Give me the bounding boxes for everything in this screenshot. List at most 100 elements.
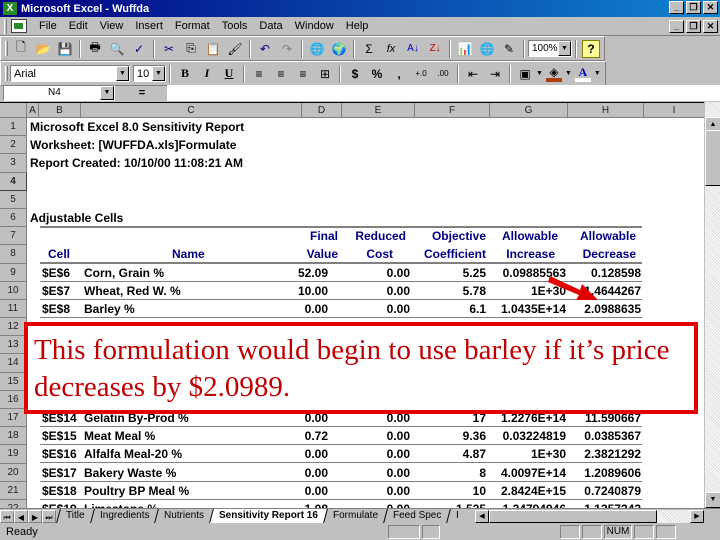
first-sheet-icon[interactable]: ⏮ — [0, 509, 14, 523]
percent-icon[interactable]: % — [366, 64, 388, 84]
open-icon[interactable]: 📂 — [32, 39, 54, 59]
scroll-down-button[interactable]: ▼ — [705, 492, 720, 508]
format-painter-icon[interactable]: 🖌 — [224, 39, 246, 59]
row-header[interactable]: 13 — [0, 336, 27, 355]
cell-objective-coefficient[interactable]: 9.36 — [406, 427, 486, 445]
cell-reduced-cost[interactable]: 0.00 — [340, 300, 410, 318]
name-box[interactable]: N4 ▼ — [3, 85, 115, 101]
row-header[interactable]: 6 — [0, 208, 27, 228]
cell-allowable-decrease[interactable]: 2.3821292 — [566, 445, 641, 463]
bold-icon[interactable]: B — [174, 64, 196, 84]
underline-icon[interactable]: U — [218, 64, 240, 84]
row-header[interactable]: 15 — [0, 372, 27, 391]
cell-final-value[interactable]: 52.09 — [280, 264, 328, 282]
cell-address[interactable]: $E$15 — [42, 427, 77, 445]
name-box-dropdown-icon[interactable]: ▼ — [100, 86, 114, 100]
cell-reduced-cost[interactable]: 0.00 — [340, 427, 410, 445]
font-size-select[interactable]: 10 ▼ — [133, 65, 166, 82]
cell-allowable-decrease[interactable]: 0.7240879 — [566, 482, 641, 500]
column-header-c[interactable]: C — [81, 103, 302, 118]
comma-icon[interactable]: , — [388, 64, 410, 84]
row-header[interactable]: 11 — [0, 299, 27, 319]
menu-grip[interactable] — [4, 18, 7, 34]
cell-address[interactable]: $E$18 — [42, 482, 77, 500]
cell-final-value[interactable]: 0.72 — [280, 427, 328, 445]
row-header[interactable]: 19 — [0, 445, 27, 464]
formula-equals-button[interactable]: = — [117, 85, 167, 101]
zoom-select[interactable]: 100% ▼ — [528, 40, 572, 57]
font-size-dropdown-icon[interactable]: ▼ — [152, 66, 165, 81]
horizontal-scroll-thumb[interactable] — [489, 510, 657, 523]
cut-icon[interactable]: ✂ — [158, 39, 180, 59]
vertical-scroll-thumb[interactable] — [705, 130, 720, 186]
cell-objective-coefficient[interactable]: 5.25 — [406, 264, 486, 282]
cell-objective-coefficient[interactable]: 8 — [406, 464, 486, 482]
cell-allowable-decrease[interactable]: 0.0385367 — [566, 427, 641, 445]
row-header[interactable]: 3 — [0, 154, 27, 173]
sheet-tab-nutrients[interactable]: Nutrients — [154, 509, 213, 523]
cell-allowable-decrease[interactable]: 1.2089606 — [566, 464, 641, 482]
workbook-minimize-button[interactable]: _ — [669, 20, 684, 33]
scroll-right-button[interactable]: ▶ — [690, 510, 704, 523]
row-header[interactable]: 17 — [0, 409, 27, 428]
align-left-icon[interactable]: ≡ — [248, 64, 270, 84]
menu-insert[interactable]: Insert — [129, 20, 169, 32]
cell-final-value[interactable]: 0.00 — [280, 445, 328, 463]
cell-final-value[interactable]: 0.00 — [280, 464, 328, 482]
cell-address[interactable]: $E$6 — [42, 264, 70, 282]
report-created[interactable]: Report Created: 10/10/00 11:08:21 AM — [30, 154, 243, 172]
increase-indent-icon[interactable]: ⇥ — [484, 64, 506, 84]
sheet-tab-title[interactable]: Title — [56, 509, 94, 523]
column-header-g[interactable]: G — [490, 103, 568, 118]
cell-address[interactable]: $E$16 — [42, 445, 77, 463]
section-heading[interactable]: Adjustable Cells — [30, 209, 123, 227]
column-header-f[interactable]: F — [415, 103, 490, 118]
font-color-icon[interactable]: A — [572, 64, 594, 84]
column-header-d[interactable]: D — [302, 103, 342, 118]
sheet-tab-feed-spec[interactable]: Feed Spec — [383, 509, 451, 523]
row-header[interactable]: 7 — [0, 227, 27, 246]
decrease-decimal-icon[interactable]: .00 — [432, 64, 454, 84]
cell-objective-coefficient[interactable]: 10 — [406, 482, 486, 500]
cell-name[interactable]: Meat Meal % — [84, 427, 155, 445]
cell-allowable-increase[interactable]: 0.03224819 — [486, 427, 566, 445]
print-icon[interactable]: 🖶 — [84, 39, 106, 59]
center-icon[interactable]: ≡ — [270, 64, 292, 84]
row-header[interactable]: 10 — [0, 281, 27, 300]
column-header-i[interactable]: I — [644, 103, 704, 118]
cell-allowable-increase[interactable]: 1E+30 — [486, 445, 566, 463]
cell-final-value[interactable]: 10.00 — [280, 282, 328, 300]
cell-address[interactable]: $E$17 — [42, 464, 77, 482]
row-header[interactable]: 5 — [0, 190, 27, 209]
office-assistant-icon[interactable]: ? — [582, 39, 600, 58]
prev-sheet-icon[interactable]: ◀ — [14, 509, 28, 523]
fill-color-dropdown-icon[interactable]: ▼ — [565, 70, 572, 77]
row-header[interactable]: 21 — [0, 481, 27, 500]
spelling-icon[interactable]: ✓ — [128, 39, 150, 59]
column-header-b[interactable]: B — [39, 103, 81, 118]
cell-reduced-cost[interactable]: 0.00 — [340, 264, 410, 282]
row-header[interactable]: 18 — [0, 427, 27, 446]
vertical-scrollbar[interactable]: ▲ ▼ — [704, 102, 720, 510]
cell-name[interactable]: Corn, Grain % — [84, 264, 164, 282]
font-select[interactable]: Arial ▼ — [10, 65, 130, 82]
cell-reduced-cost[interactable]: 0.00 — [340, 282, 410, 300]
cell-objective-coefficient[interactable]: 6.1 — [406, 300, 486, 318]
web-toolbar-icon[interactable]: 🌍 — [328, 39, 350, 59]
row-header[interactable]: 16 — [0, 390, 27, 409]
paste-icon[interactable]: 📋 — [202, 39, 224, 59]
zoom-dropdown-icon[interactable]: ▼ — [558, 41, 571, 56]
row-header-active[interactable]: 4 — [0, 172, 27, 191]
sheet-tab-sensitivity-report-16[interactable]: Sensitivity Report 16 — [209, 509, 327, 523]
italic-icon[interactable]: I — [196, 64, 218, 84]
cell-objective-coefficient[interactable]: 5.78 — [406, 282, 486, 300]
report-worksheet[interactable]: Worksheet: [WUFFDA.xls]Formulate — [30, 136, 236, 154]
cell-address[interactable]: $E$7 — [42, 282, 70, 300]
report-title[interactable]: Microsoft Excel 8.0 Sensitivity Report — [30, 118, 244, 136]
map-icon[interactable]: 🌐 — [476, 39, 498, 59]
menu-help[interactable]: Help — [340, 20, 375, 32]
cell-name[interactable]: Alfalfa Meal-20 % — [84, 445, 182, 463]
column-header-e[interactable]: E — [342, 103, 415, 118]
close-button[interactable]: ✕ — [703, 1, 718, 14]
sort-descending-icon[interactable]: Z↓ — [424, 39, 446, 59]
